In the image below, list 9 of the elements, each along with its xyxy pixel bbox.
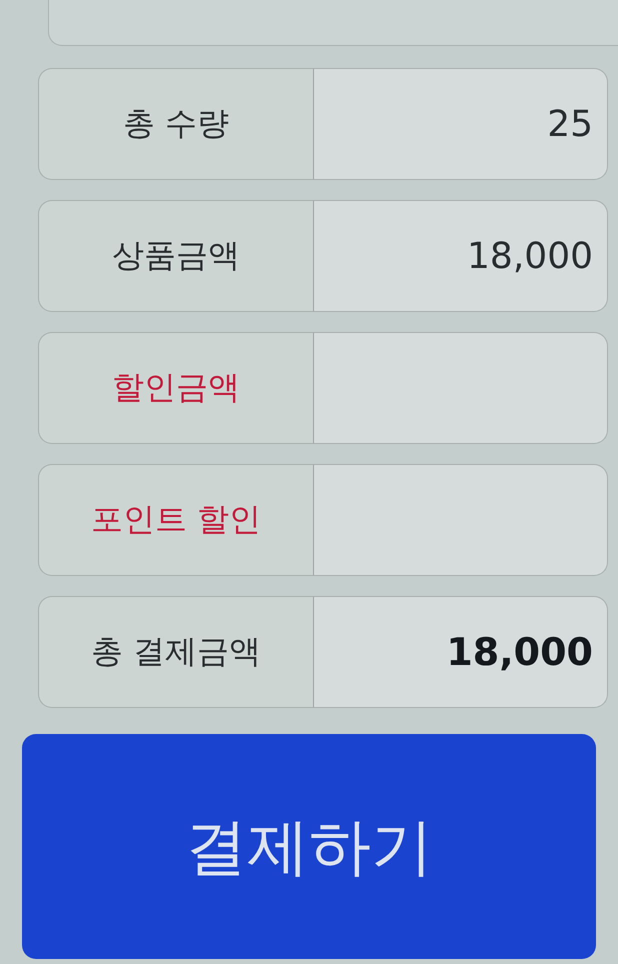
- label-cell: 상품금액: [38, 200, 314, 312]
- pay-button[interactable]: 결제하기: [22, 734, 596, 959]
- value-cell: 25: [314, 68, 608, 180]
- label-cell: 총 결제금액: [38, 596, 314, 708]
- label-cell: 총 수량: [38, 68, 314, 180]
- value-cell: 18,000: [314, 596, 608, 708]
- label-cell: 포인트 할인: [38, 464, 314, 576]
- label-cell: 할인금액: [38, 332, 314, 444]
- value-cell: 18,000: [314, 200, 608, 312]
